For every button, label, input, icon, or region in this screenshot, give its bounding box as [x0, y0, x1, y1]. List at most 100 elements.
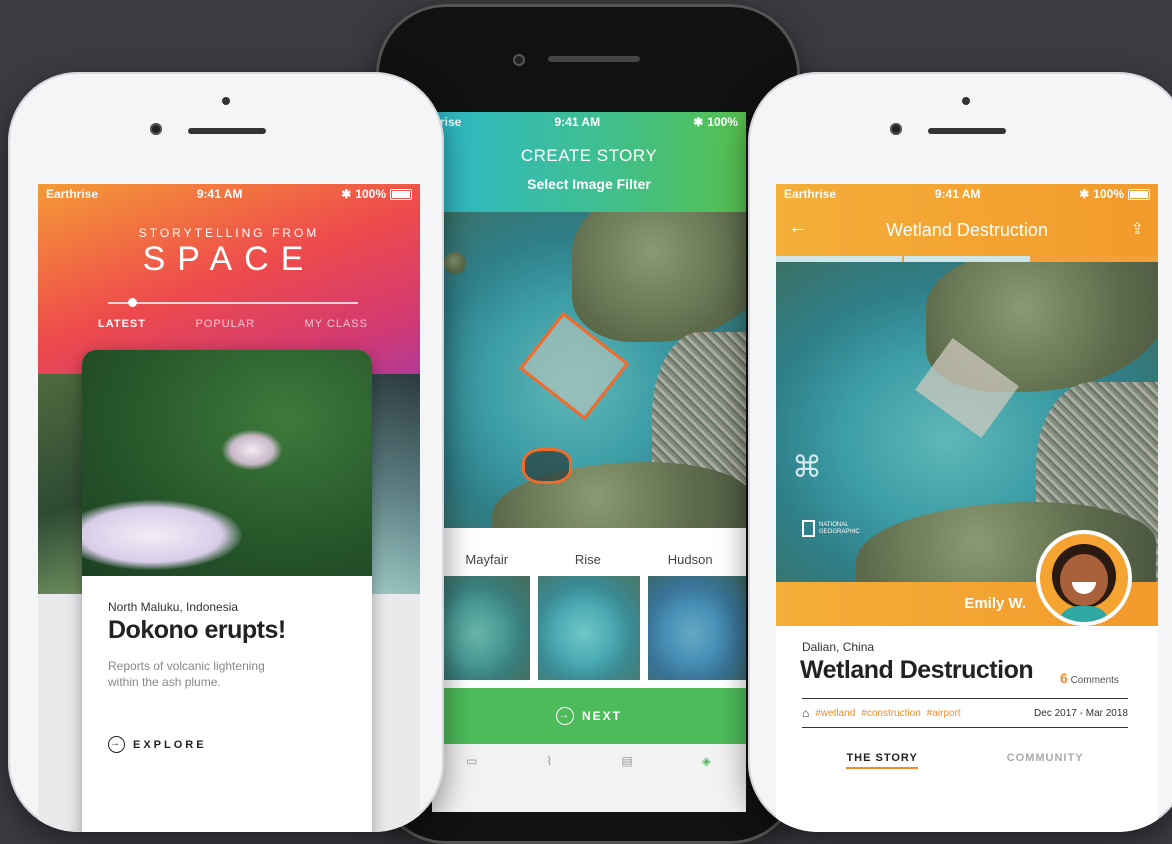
world-map-icon: ⌘: [792, 451, 822, 484]
tab-my-class[interactable]: MY CLASS: [305, 318, 368, 330]
card-location: North Maluku, Indonesia: [108, 600, 239, 614]
filter-thumb-rise[interactable]: [538, 576, 640, 680]
status-bar: rise 9:41 AM ✱ 100%: [432, 112, 746, 132]
earpiece-speaker: [548, 56, 640, 62]
comments-label: Comments: [1070, 675, 1119, 686]
tag-icon: ⌂: [802, 706, 810, 720]
filter-label-hudson[interactable]: Hudson: [668, 552, 713, 567]
filter-labels: Mayfair Rise Hudson: [432, 552, 746, 567]
front-camera: [890, 123, 902, 135]
front-camera: [150, 123, 162, 135]
filter-thumb-mayfair[interactable]: [432, 576, 530, 680]
story-location: Dalian, China: [802, 640, 875, 654]
layers-icon[interactable]: ◈: [702, 754, 712, 768]
bluetooth-icon: ✱: [341, 187, 352, 201]
card-description: Reports of volcanic lightening within th…: [108, 659, 265, 689]
battery-label: 100%: [355, 187, 386, 201]
left-screen: Earthrise 9:41 AM ✱ 100% STORYTELLING FRO…: [38, 184, 420, 832]
layout-icon[interactable]: ▭: [466, 754, 478, 768]
story-card[interactable]: North Maluku, Indonesia Dokono erupts! R…: [82, 350, 372, 832]
next-button[interactable]: → NEXT: [432, 688, 746, 744]
nav-title: Wetland Destruction: [886, 220, 1048, 240]
explore-button[interactable]: → EXPLORE: [108, 736, 207, 753]
card-title: Dokono erupts!: [108, 616, 286, 644]
header-line-1: STORYTELLING FROM: [138, 226, 320, 240]
status-bar: Earthrise 9:41 AM ✱ 100%: [776, 184, 1158, 204]
next-arrow-icon: →: [555, 707, 574, 725]
island-area: [444, 252, 466, 274]
tag-airport[interactable]: #airport: [927, 708, 961, 719]
right-phone: Earthrise 9:41 AM ✱ 100% ← Wetland Destru…: [748, 72, 1172, 832]
natgeo-frame-icon: [802, 520, 815, 537]
tab-indicator-track: [108, 302, 358, 304]
status-right: ✱ 100%: [693, 115, 738, 129]
ash-plume: [82, 500, 242, 570]
center-screen: rise 9:41 AM ✱ 100% CREATE STORY Select I…: [432, 112, 746, 812]
explore-label: EXPLORE: [133, 738, 207, 751]
page-title: CREATE STORY: [520, 146, 658, 165]
story-tabs: THE STORY COMMUNITY: [802, 752, 1128, 769]
tab-popular[interactable]: POPULAR: [195, 318, 255, 330]
comments-count: 6: [1060, 670, 1068, 686]
filter-label-mayfair[interactable]: Mayfair: [465, 552, 508, 567]
volcano-image: [82, 350, 372, 576]
earpiece-speaker: [928, 128, 1006, 134]
document-icon[interactable]: ▤: [621, 754, 633, 768]
side-card-left[interactable]: [38, 374, 88, 594]
bluetooth-icon: ✱: [693, 115, 704, 129]
tab-community[interactable]: COMMUNITY: [1007, 752, 1084, 769]
tab-latest[interactable]: LATEST: [98, 318, 146, 330]
comments-badge[interactable]: 6 Comments: [1060, 670, 1119, 686]
share-icon[interactable]: ⇪: [1131, 219, 1144, 239]
date-range: Dec 2017 - Mar 2018: [1034, 707, 1128, 719]
battery-icon: [390, 188, 412, 200]
natgeo-text: NATIONAL GEOGRAPHIC: [819, 521, 860, 535]
arrow-right-icon: →: [108, 736, 125, 753]
avatar[interactable]: [1036, 530, 1132, 626]
filter-strip: Mayfair Rise Hudson: [432, 528, 746, 688]
battery-icon: [1128, 188, 1150, 200]
earpiece-speaker: [188, 128, 266, 134]
status-right: ✱ 100%: [341, 187, 412, 201]
avatar-face: [1060, 554, 1108, 606]
bluetooth-icon: ✱: [1079, 187, 1090, 201]
next-label: NEXT: [581, 709, 622, 723]
tab-the-story[interactable]: THE STORY: [846, 752, 918, 769]
carrier-label: rise: [440, 115, 462, 129]
bottom-toolbar: ▭ ⌇ ▤ ◈: [432, 754, 746, 768]
filter-thumb-hudson[interactable]: [648, 576, 746, 680]
front-camera: [513, 54, 525, 66]
carrier-label: Earthrise: [784, 187, 837, 201]
satellite-image[interactable]: [432, 212, 746, 528]
crater: [222, 430, 282, 470]
time-label: 9:41 AM: [934, 187, 981, 201]
status-right: ✱ 100%: [1079, 187, 1150, 201]
page-subtitle: Select Image Filter: [527, 176, 651, 192]
tab-indicator-knob[interactable]: [128, 298, 137, 307]
right-screen: Earthrise 9:41 AM ✱ 100% ← Wetland Destru…: [776, 184, 1158, 832]
author-name[interactable]: Emily W.: [964, 595, 1026, 612]
battery-label: 100%: [1093, 187, 1124, 201]
left-phone: Earthrise 9:41 AM ✱ 100% STORYTELLING FRO…: [8, 72, 444, 832]
story-title: Wetland Destruction: [800, 656, 1034, 684]
tab-row: LATEST POPULAR MY CLASS: [98, 318, 368, 330]
natgeo-logo: NATIONAL GEOGRAPHIC: [802, 520, 863, 537]
carrier-label: Earthrise: [46, 187, 99, 201]
status-bar: Earthrise 9:41 AM ✱ 100%: [38, 184, 420, 204]
tag-wetland[interactable]: #wetland: [815, 708, 855, 719]
proximity-sensor: [962, 97, 970, 105]
time-label: 9:41 AM: [554, 115, 601, 129]
land-area: [572, 212, 746, 342]
paperclip-icon[interactable]: ⌇: [546, 754, 553, 768]
battery-label: 100%: [707, 115, 738, 129]
nav-header: Earthrise 9:41 AM ✱ 100% ← Wetland Destru…: [776, 184, 1158, 256]
tag-row: ⌂ #wetland #construction #airport Dec 20…: [802, 698, 1128, 728]
create-story-header: rise 9:41 AM ✱ 100% CREATE STORY Select I…: [432, 112, 746, 212]
wetland-outline[interactable]: [522, 448, 572, 484]
tag-construction[interactable]: #construction: [861, 708, 920, 719]
side-card-right[interactable]: [372, 374, 420, 594]
header-line-2: SPACE: [142, 240, 316, 278]
proximity-sensor: [222, 97, 230, 105]
filter-label-rise[interactable]: Rise: [575, 552, 601, 567]
time-label: 9:41 AM: [196, 187, 243, 201]
